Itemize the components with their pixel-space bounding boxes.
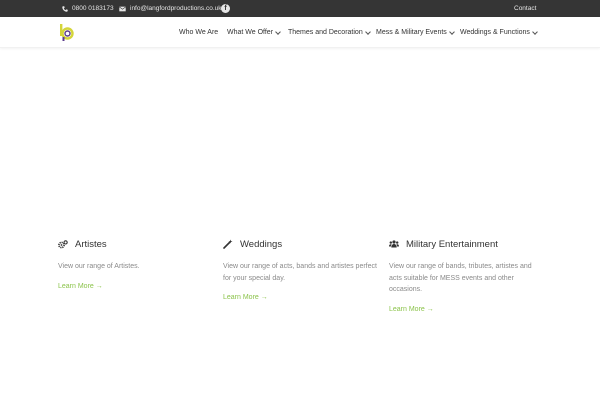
feature-military-entertainment: Military Entertainment View our range of… xyxy=(389,237,544,313)
chevron-down-icon xyxy=(532,29,538,35)
main-nav: Who We Are What We Offer Themes and Deco… xyxy=(0,28,600,38)
phone-contact[interactable]: 0800 0183173 xyxy=(62,4,114,13)
nav-label: Mess & Military Events xyxy=(376,29,447,36)
facebook-glyph: f xyxy=(224,5,227,12)
feature-title: Weddings xyxy=(240,238,283,250)
feature-description: View our range of bands, tributes, artis… xyxy=(389,263,532,293)
nav-label: What We Offer xyxy=(227,29,274,36)
phone-number: 0800 0183173 xyxy=(72,5,114,12)
feature-title-row: Artistes xyxy=(58,237,213,251)
contact-link[interactable]: Contact xyxy=(514,4,536,13)
feature-artistes: Artistes View our range of Artistes. Lea… xyxy=(58,237,213,290)
feature-title-row: Military Entertainment xyxy=(389,237,544,251)
phone-icon xyxy=(62,5,68,12)
feature-weddings: Weddings View our range of acts, bands a… xyxy=(223,237,378,302)
learn-more-link[interactable]: Learn More → xyxy=(58,283,213,290)
feature-title-row: Weddings xyxy=(223,237,378,251)
envelope-icon xyxy=(119,6,126,11)
nav-who-we-are[interactable]: Who We Are xyxy=(179,28,218,38)
feature-description: View our range of acts, bands and artist… xyxy=(223,263,377,282)
chevron-down-icon xyxy=(275,29,281,35)
nav-what-we-offer[interactable]: What We Offer xyxy=(227,28,281,38)
nav-label: Themes and Decoration xyxy=(288,29,363,36)
users-icon xyxy=(389,239,399,249)
main-header: Who We Are What We Offer Themes and Deco… xyxy=(0,17,600,48)
feature-title: Artistes xyxy=(75,238,107,250)
nav-label: Who We Are xyxy=(179,29,219,36)
chevron-down-icon xyxy=(448,29,455,35)
chevron-down-icon xyxy=(364,29,371,35)
learn-more-link[interactable]: Learn More → xyxy=(389,306,544,313)
feature-title: Military Entertainment xyxy=(406,238,498,250)
top-bar: 0800 0183173 info@langfordproductions.co… xyxy=(0,0,600,17)
email-contact[interactable]: info@langfordproductions.co.uk xyxy=(119,4,222,13)
nav-mess-military[interactable]: Mess & Military Events xyxy=(376,28,455,38)
magic-wand-icon xyxy=(223,239,233,249)
feature-description: View our range of Artistes. xyxy=(58,263,140,270)
gears-icon xyxy=(58,239,68,249)
learn-more-link[interactable]: Learn More → xyxy=(223,294,378,301)
nav-themes-decoration[interactable]: Themes and Decoration xyxy=(288,28,371,38)
nav-weddings-functions[interactable]: Weddings & Functions xyxy=(460,28,538,38)
email-address: info@langfordproductions.co.uk xyxy=(130,5,222,12)
facebook-icon[interactable]: f xyxy=(221,4,230,13)
nav-label: Weddings & Functions xyxy=(460,29,530,36)
